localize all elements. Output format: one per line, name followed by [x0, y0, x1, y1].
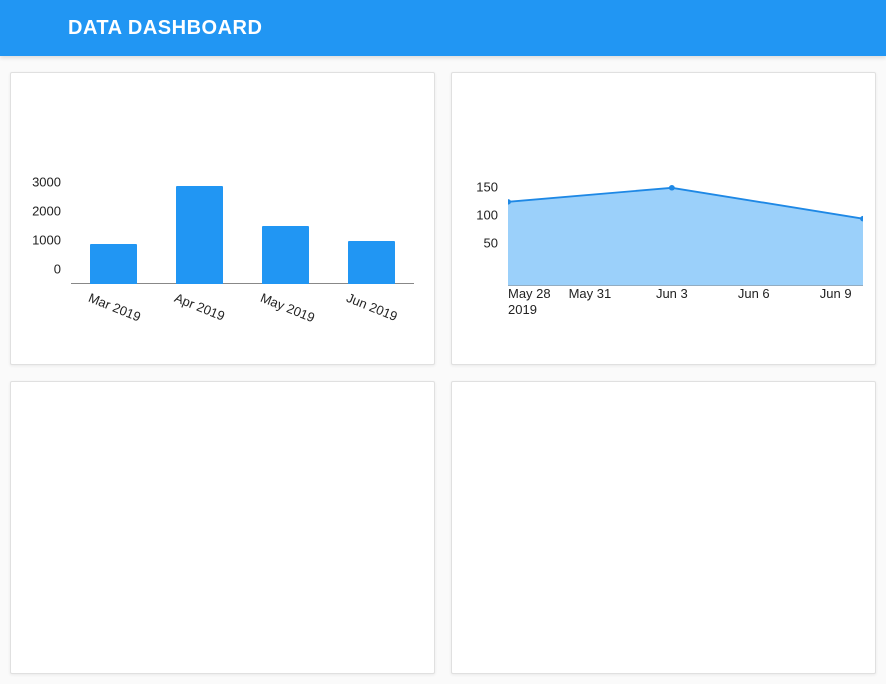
card-empty-1	[10, 381, 435, 674]
page-title: DATA DASHBOARD	[68, 17, 262, 40]
area-chart-x-tick: Jun 9	[820, 286, 852, 301]
bar-chart-y-tick: 1000	[32, 233, 61, 248]
area-fill	[508, 188, 863, 286]
bar-chart-plot	[71, 183, 414, 284]
bar-chart-y-tick: 3000	[32, 175, 61, 190]
area-chart-y-axis: 50100150	[452, 185, 504, 286]
area-chart-plot	[508, 185, 863, 286]
area-chart-y-tick: 100	[476, 207, 498, 222]
bar-chart-y-tick: 0	[54, 262, 61, 277]
area-point	[669, 185, 675, 191]
bar	[90, 244, 137, 284]
bar-chart-x-tick: May 2019	[258, 290, 317, 325]
bar-chart-x-tick: Apr 2019	[173, 290, 228, 324]
area-chart-x-axis: May 28 May 31 Jun 3 Jun 6 Jun 9 2019	[508, 286, 863, 316]
bar	[348, 241, 395, 284]
area-chart-y-tick: 50	[484, 235, 498, 250]
area-chart-x-tick: May 28	[508, 286, 551, 301]
app-header: DATA DASHBOARD	[0, 0, 886, 56]
bar-chart-y-axis: 0100020003000	[11, 183, 67, 284]
area-chart-x-tick: May 31	[569, 286, 612, 301]
bar-chart-y-tick: 2000	[32, 204, 61, 219]
bar	[262, 226, 309, 284]
bar-chart-x-tick: Mar 2019	[87, 290, 144, 324]
area-chart-x-year: 2019	[508, 302, 537, 317]
card-bar-chart: 0 1000 2000 3000 Mar 2019 Apr 2019 May 2019 Ju…	[10, 72, 435, 365]
card-area-chart: 50 100 150 May 28 May 31 Jun 3 Jun 6 Jun 9 2019	[451, 72, 876, 365]
area-chart-x-tick: Jun 3	[656, 286, 688, 301]
bar-chart-x-tick: Jun 2019	[344, 290, 399, 324]
area-chart-x-tick: Jun 6	[738, 286, 770, 301]
bar-chart-x-axis: Mar 2019 Apr 2019 May 2019 Jun 2019	[71, 290, 414, 336]
card-empty-2	[451, 381, 876, 674]
bar	[176, 186, 223, 284]
area-chart-y-tick: 150	[476, 179, 498, 194]
dashboard-grid: 0 1000 2000 3000 Mar 2019 Apr 2019 May 2019 Ju…	[0, 56, 886, 684]
